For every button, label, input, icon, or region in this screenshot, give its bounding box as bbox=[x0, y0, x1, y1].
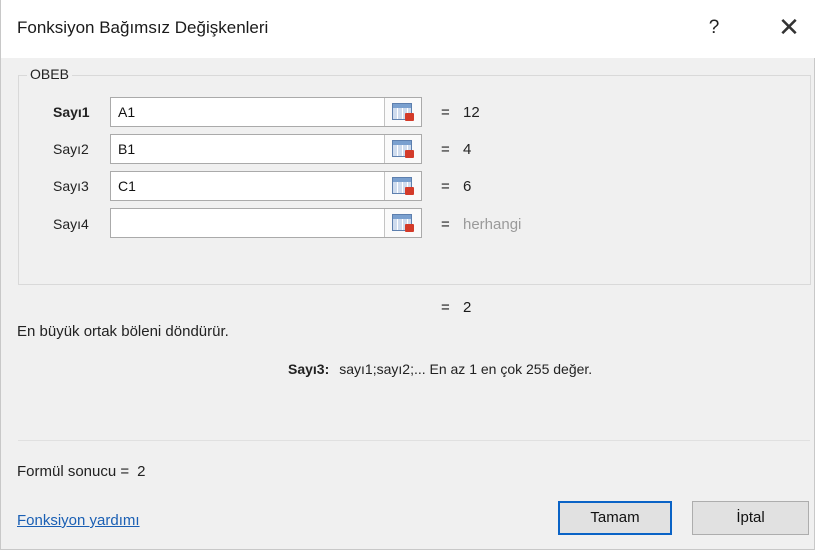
close-icon[interactable]: ✕ bbox=[771, 12, 807, 44]
function-name: OBEB bbox=[27, 66, 72, 82]
arg-input-2-value: B1 bbox=[118, 141, 136, 157]
collapse-dialog-icon bbox=[392, 103, 414, 121]
function-description: En büyük ortak böleni döndürür. bbox=[17, 323, 229, 340]
argument-description: Sayı3: sayı1;sayı2;... En az 1 en çok 255… bbox=[288, 361, 592, 377]
arg-equals-3: = bbox=[441, 178, 450, 195]
arg-label-3: Sayı3 bbox=[53, 178, 89, 194]
arg-label-4: Sayı4 bbox=[53, 216, 89, 232]
arg-input-3-value: C1 bbox=[118, 178, 136, 194]
arg-result-3: 6 bbox=[463, 178, 472, 195]
arg-result-4: herhangi bbox=[463, 216, 522, 233]
dialog-title: Fonksiyon Bağımsız Değişkenleri bbox=[17, 18, 269, 37]
formula-result-label: Formül sonucu = bbox=[17, 463, 130, 480]
function-result: 2 bbox=[463, 299, 472, 316]
arg-input-3[interactable]: C1 bbox=[110, 171, 422, 201]
arg-label-1: Sayı1 bbox=[53, 104, 90, 120]
formula-result-value: 2 bbox=[137, 463, 146, 480]
collapse-dialog-icon bbox=[392, 177, 414, 195]
title-bar[interactable]: Fonksiyon Bağımsız Değişkenleri ? ✕ bbox=[1, 0, 815, 58]
cancel-button[interactable]: İptal bbox=[692, 501, 809, 535]
arg-input-4[interactable] bbox=[110, 208, 422, 238]
function-help-link[interactable]: Fonksiyon yardımı bbox=[17, 512, 140, 529]
ok-button[interactable]: Tamam bbox=[558, 501, 672, 535]
arg-input-1[interactable]: A1 bbox=[110, 97, 422, 127]
arg-result-1: 12 bbox=[463, 104, 480, 121]
argument-description-name: Sayı3: bbox=[288, 361, 330, 377]
arg-result-2: 4 bbox=[463, 141, 472, 158]
collapse-dialog-button-4[interactable] bbox=[384, 209, 421, 237]
collapse-dialog-icon bbox=[392, 214, 414, 232]
arg-input-2[interactable]: B1 bbox=[110, 134, 422, 164]
collapse-dialog-button-2[interactable] bbox=[384, 135, 421, 163]
help-icon[interactable]: ? bbox=[699, 12, 729, 44]
arg-input-1-value: A1 bbox=[118, 104, 136, 120]
arg-label-2: Sayı2 bbox=[53, 141, 89, 157]
collapse-dialog-button-3[interactable] bbox=[384, 172, 421, 200]
argument-description-text: sayı1;sayı2;... En az 1 en çok 255 değer… bbox=[339, 361, 593, 377]
formula-result: Formül sonucu = 2 bbox=[17, 463, 145, 480]
function-equals: = bbox=[441, 299, 450, 316]
arg-equals-4: = bbox=[441, 216, 450, 233]
divider bbox=[18, 440, 810, 441]
collapse-dialog-button-1[interactable] bbox=[384, 98, 421, 126]
arg-equals-1: = bbox=[441, 104, 450, 121]
function-arguments-dialog: Fonksiyon Bağımsız Değişkenleri ? ✕ OBEB… bbox=[0, 0, 815, 550]
collapse-dialog-icon bbox=[392, 140, 414, 158]
arg-equals-2: = bbox=[441, 141, 450, 158]
